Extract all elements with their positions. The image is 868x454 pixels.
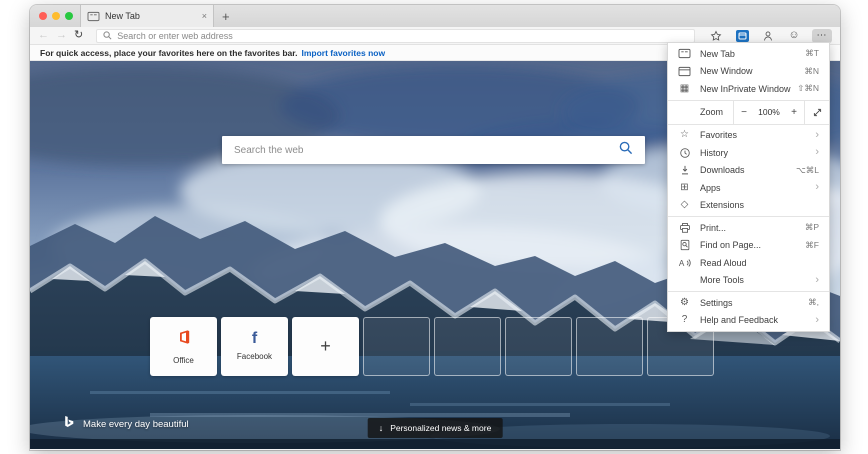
download-icon bbox=[678, 164, 691, 176]
chevron-right-icon: › bbox=[815, 146, 819, 159]
tile-office[interactable]: Office bbox=[150, 317, 217, 376]
shortcut: ⌘F bbox=[805, 239, 819, 250]
empty-tile-slot bbox=[505, 317, 572, 376]
shortcut: ⇧⌘N bbox=[797, 83, 819, 94]
gear-icon: ⚙ bbox=[680, 296, 689, 308]
minimize-window-button[interactable] bbox=[52, 12, 60, 20]
close-window-button[interactable] bbox=[39, 12, 47, 20]
tile-label: Facebook bbox=[236, 352, 273, 361]
bing-promo: Make every day beautiful bbox=[63, 415, 189, 434]
tile-facebook[interactable]: f Facebook bbox=[221, 317, 288, 376]
menu-item-more-tools[interactable]: More Tools › bbox=[668, 272, 829, 290]
settings-and-more-menu: New Tab ⌘T New Window ⌘N ▦ New InPrivate… bbox=[667, 42, 830, 332]
feedback-smiley-icon[interactable]: ☺ bbox=[786, 28, 802, 43]
print-icon bbox=[678, 222, 691, 234]
news-button-label: Personalized news & more bbox=[390, 423, 492, 433]
maximize-window-button[interactable] bbox=[65, 12, 73, 20]
zoom-out-button[interactable]: − bbox=[734, 101, 754, 124]
fullscreen-icon[interactable] bbox=[805, 101, 829, 124]
chevron-right-icon: › bbox=[815, 273, 819, 286]
menu-item-favorites[interactable]: ☆ Favorites › bbox=[668, 127, 829, 145]
tile-label: Office bbox=[173, 355, 194, 365]
refresh-icon[interactable]: ↻ bbox=[74, 30, 83, 41]
tab-bar: New Tab × + bbox=[30, 5, 840, 27]
bing-logo-icon bbox=[63, 415, 75, 434]
back-icon[interactable]: ← bbox=[38, 30, 49, 41]
shortcut: ⌘, bbox=[808, 297, 819, 308]
favorites-hub-icon[interactable] bbox=[734, 28, 750, 43]
top-sites-row: Office f Facebook + bbox=[150, 317, 714, 376]
menu-item-find-on-page[interactable]: Find on Page... ⌘F bbox=[668, 237, 829, 255]
personalized-news-button[interactable]: ↓ Personalized news & more bbox=[367, 418, 503, 438]
address-bar[interactable] bbox=[96, 27, 695, 45]
tab-close-icon[interactable]: × bbox=[202, 11, 207, 21]
search-submit-icon[interactable] bbox=[619, 141, 633, 160]
chevron-right-icon: › bbox=[815, 313, 819, 326]
import-favorites-link[interactable]: Import favorites now bbox=[301, 48, 385, 58]
address-input[interactable] bbox=[117, 30, 688, 41]
web-search-input[interactable] bbox=[234, 144, 611, 156]
menu-item-read-aloud[interactable]: A Read Aloud bbox=[668, 254, 829, 272]
office-logo-icon bbox=[176, 329, 192, 350]
shortcut: ⌥⌘L bbox=[795, 164, 819, 175]
tab-title: New Tab bbox=[105, 11, 140, 21]
history-clock-icon bbox=[678, 147, 691, 159]
menu-item-new-window[interactable]: New Window ⌘N bbox=[668, 63, 829, 81]
zoom-label: Zoom bbox=[700, 107, 724, 117]
apps-grid-icon: ⊞ bbox=[680, 181, 689, 193]
shortcut: ⌘T bbox=[805, 48, 819, 59]
menu-item-zoom: Zoom − 100% + bbox=[668, 100, 829, 124]
menu-item-history[interactable]: History › bbox=[668, 144, 829, 162]
menu-item-apps[interactable]: ⊞ Apps › bbox=[668, 179, 829, 197]
search-icon bbox=[103, 27, 112, 45]
down-arrow-icon: ↓ bbox=[378, 423, 384, 433]
chevron-right-icon: › bbox=[815, 128, 819, 141]
favorites-star-icon[interactable] bbox=[708, 28, 724, 43]
forward-icon[interactable]: → bbox=[56, 30, 67, 41]
find-on-page-icon bbox=[678, 239, 691, 251]
zoom-in-button[interactable]: + bbox=[784, 101, 804, 124]
menu-item-print[interactable]: Print... ⌘P bbox=[668, 219, 829, 237]
web-search-box[interactable] bbox=[222, 136, 645, 164]
svg-text:A: A bbox=[679, 259, 685, 268]
menu-item-settings[interactable]: ⚙ Settings ⌘, bbox=[668, 294, 829, 312]
new-window-icon bbox=[678, 66, 691, 77]
empty-tile-slot bbox=[363, 317, 430, 376]
promo-text: Make every day beautiful bbox=[83, 419, 189, 430]
menu-item-downloads[interactable]: Downloads ⌥⌘L bbox=[668, 162, 829, 180]
profile-icon[interactable] bbox=[760, 28, 776, 43]
chevron-right-icon: › bbox=[815, 181, 819, 194]
add-site-tile[interactable]: + bbox=[292, 317, 359, 376]
new-tab-icon bbox=[678, 48, 691, 59]
traffic-lights bbox=[39, 12, 73, 20]
new-tab-button[interactable]: + bbox=[222, 5, 230, 27]
menu-item-new-inprivate-window[interactable]: ▦ New InPrivate Window ⇧⌘N bbox=[668, 80, 829, 98]
browser-window: New Tab × + ← → ↻ ☺ ⋯ bbox=[30, 5, 840, 450]
empty-tile-slot bbox=[434, 317, 501, 376]
menu-item-new-tab[interactable]: New Tab ⌘T bbox=[668, 45, 829, 63]
shortcut: ⌘N bbox=[804, 65, 819, 76]
tab-new-tab[interactable]: New Tab × bbox=[80, 5, 214, 27]
shortcut: ⌘P bbox=[804, 222, 819, 233]
menu-item-extensions[interactable]: ◇ Extensions bbox=[668, 197, 829, 215]
read-aloud-icon: A bbox=[678, 257, 691, 269]
inprivate-icon: ▦ bbox=[679, 82, 690, 94]
new-tab-page-icon bbox=[87, 11, 100, 22]
extensions-icon: ◇ bbox=[680, 199, 689, 211]
favorites-bar-message: For quick access, place your favorites h… bbox=[40, 47, 298, 58]
menu-item-help-and-feedback[interactable]: ? Help and Feedback › bbox=[668, 312, 829, 330]
plus-icon: + bbox=[320, 336, 331, 356]
facebook-logo-icon: f bbox=[251, 330, 258, 347]
settings-and-more-button[interactable]: ⋯ bbox=[812, 28, 832, 43]
help-question-icon: ? bbox=[681, 314, 688, 326]
empty-tile-slot bbox=[576, 317, 643, 376]
zoom-level: 100% bbox=[758, 107, 780, 117]
favorites-star-icon: ☆ bbox=[680, 129, 689, 141]
